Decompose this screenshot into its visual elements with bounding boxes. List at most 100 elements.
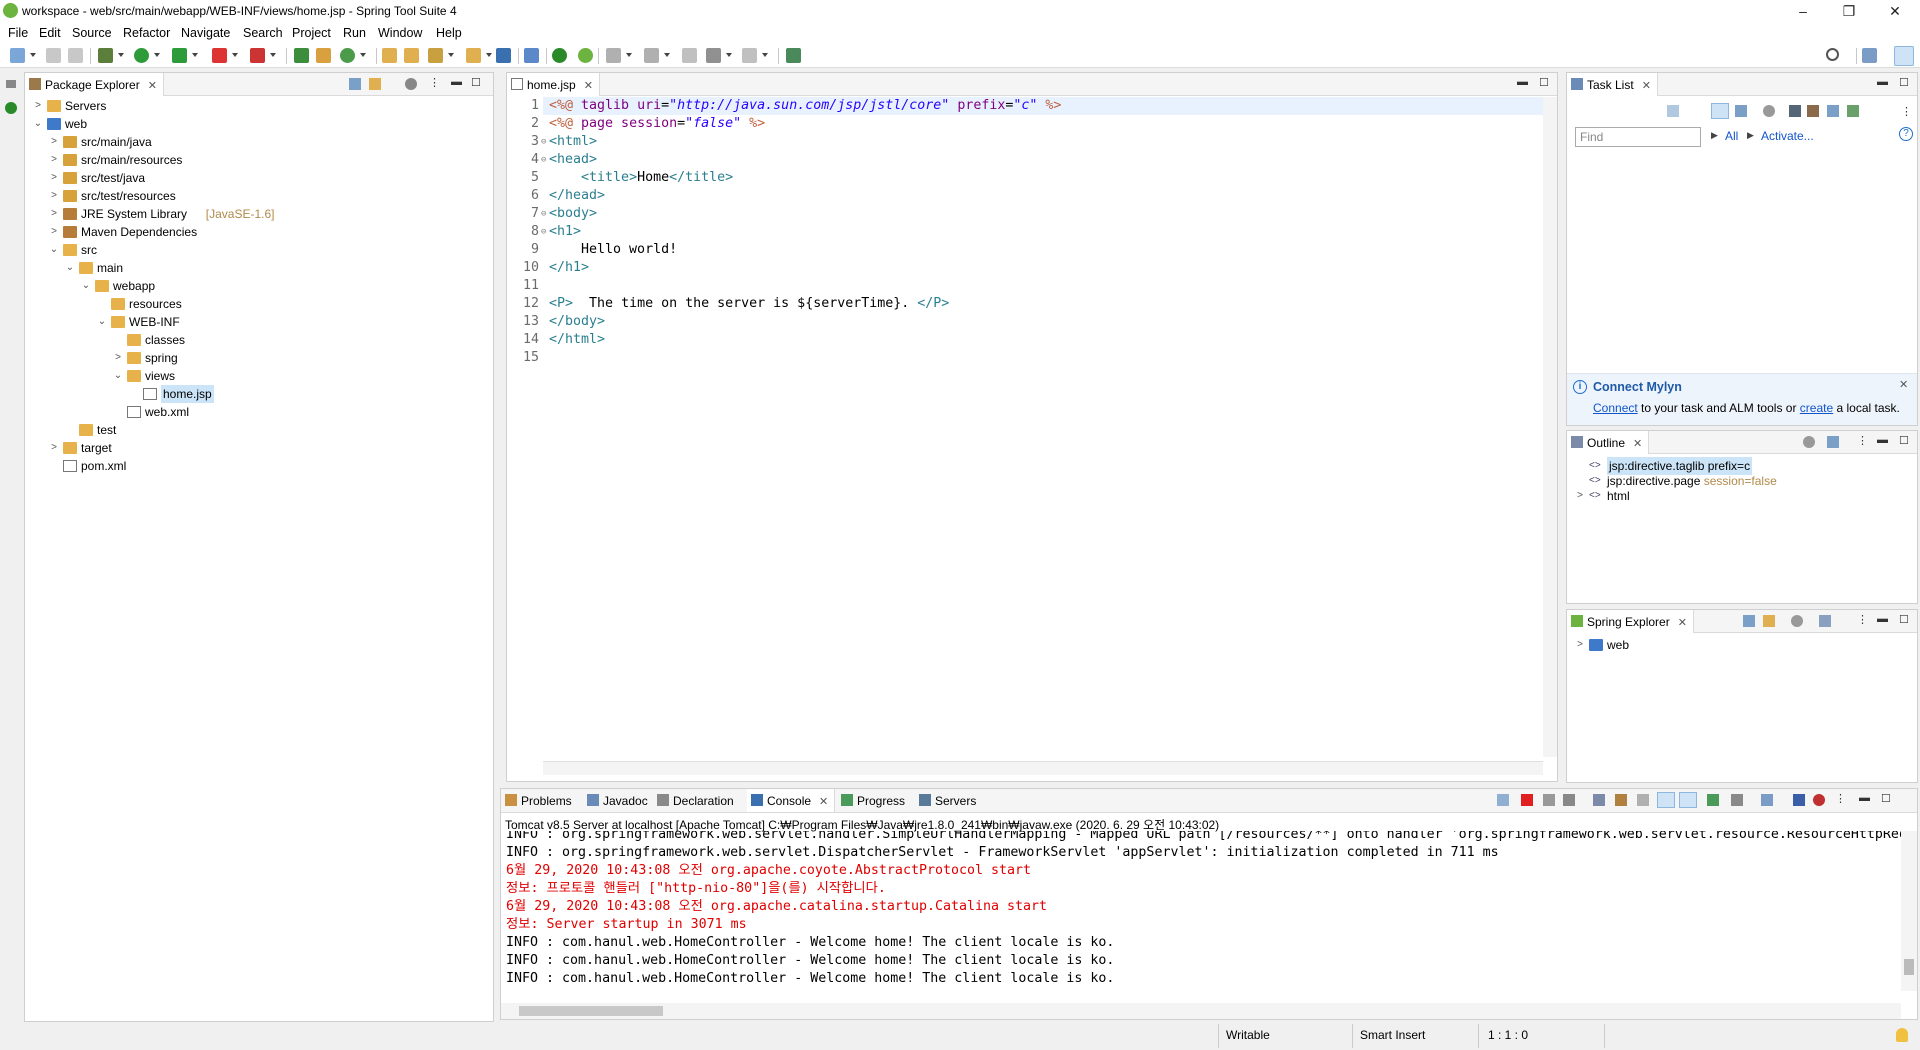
close-button[interactable]: ✕ (1872, 0, 1918, 24)
new-spring-project-icon[interactable] (294, 48, 309, 63)
prev-annotation-dropdown-icon[interactable] (664, 53, 670, 57)
connect-link[interactable]: Connect (1593, 401, 1638, 415)
task-find-input[interactable]: Find (1575, 127, 1701, 147)
menu-run[interactable]: Run (343, 26, 366, 40)
focus-icon[interactable] (1763, 105, 1775, 117)
menu-project[interactable]: Project (292, 26, 331, 40)
link-with-editor-icon[interactable] (1763, 615, 1775, 627)
scheduled-icon[interactable] (1735, 105, 1747, 117)
chevron-right-icon[interactable]: > (49, 439, 59, 457)
close-icon[interactable]: ✕ (584, 80, 593, 92)
close-icon[interactable]: ✕ (1642, 80, 1651, 92)
link-with-editor-icon[interactable] (369, 78, 381, 90)
chevron-down-icon[interactable]: ⌄ (81, 277, 91, 295)
chevron-right-icon[interactable]: > (49, 169, 59, 187)
save-icon[interactable] (46, 48, 61, 63)
display-console-icon[interactable] (1731, 794, 1743, 806)
prev-annotation-icon[interactable] (644, 48, 659, 63)
new-task-icon[interactable] (1667, 105, 1679, 117)
close-icon[interactable]: ✕ (1899, 378, 1908, 391)
new-package-icon[interactable] (316, 48, 331, 63)
clear-console-icon[interactable] (1593, 794, 1605, 806)
tab-package-explorer[interactable]: Package Explorer ✕ (25, 73, 164, 96)
chevron-down-icon[interactable]: ⌄ (33, 115, 43, 133)
next-annotation-icon[interactable] (606, 48, 621, 63)
remove-all-icon[interactable] (1563, 794, 1575, 806)
save-all-icon[interactable] (68, 48, 83, 63)
back-icon[interactable] (706, 48, 721, 63)
view-menu-icon[interactable]: ⋮ (1857, 434, 1868, 447)
run-icon[interactable] (134, 48, 149, 63)
chevron-right-icon[interactable]: > (49, 151, 59, 169)
console-settings-icon[interactable] (1793, 794, 1805, 806)
chevron-right-icon[interactable]: > (33, 97, 43, 115)
word-wrap-icon[interactable] (1637, 794, 1649, 806)
remove-launch-icon[interactable] (1543, 794, 1555, 806)
chevron-down-icon[interactable]: ⌄ (113, 367, 123, 385)
tab-home-jsp[interactable]: home.jsp ✕ (507, 73, 600, 96)
scroll-lock-icon[interactable] (1615, 794, 1627, 806)
close-icon[interactable]: ✕ (148, 80, 157, 92)
menu-search[interactable]: Search (243, 26, 283, 40)
close-icon[interactable]: ✕ (1633, 438, 1642, 450)
help-icon[interactable]: ? (1899, 127, 1913, 141)
tab-progress[interactable]: Progress (837, 789, 911, 812)
minimize-view-icon[interactable]: ▬ (1877, 613, 1888, 625)
external-tools-icon[interactable] (250, 48, 265, 63)
menu-file[interactable]: File (8, 26, 28, 40)
menu-window[interactable]: Window (378, 26, 422, 40)
maximize-button[interactable]: ❐ (1826, 0, 1872, 24)
tab-console[interactable]: Console ✕ (747, 789, 836, 812)
stop-dropdown-icon[interactable] (232, 53, 238, 57)
menu-navigate[interactable]: Navigate (181, 26, 230, 40)
tab-task-list[interactable]: Task List ✕ (1567, 73, 1658, 96)
chevron-right-icon[interactable]: > (1575, 636, 1585, 654)
activate-link[interactable]: Activate... (1761, 129, 1814, 143)
pin-editor-icon[interactable] (786, 48, 801, 63)
chevron-down-icon[interactable]: ⌄ (49, 241, 59, 259)
create-link[interactable]: create (1800, 401, 1833, 415)
console-vertical-scrollbar[interactable] (1901, 831, 1917, 991)
focus-icon[interactable] (1791, 615, 1803, 627)
toggle-mark-icon[interactable] (524, 48, 539, 63)
tab-declaration[interactable]: Declaration (653, 789, 740, 812)
fold-toggle-icon[interactable]: ⊖ (541, 223, 546, 241)
restore-icon[interactable] (6, 80, 16, 88)
debug-dropdown-icon[interactable] (118, 53, 124, 57)
all-link[interactable]: All (1725, 129, 1738, 143)
close-icon[interactable]: ✕ (819, 796, 828, 808)
categorized-icon[interactable] (1711, 103, 1729, 119)
view-menu-icon[interactable]: ⋮ (1857, 613, 1868, 626)
maximize-view-icon[interactable]: ☐ (1881, 792, 1891, 805)
last-edit-icon[interactable] (682, 48, 697, 63)
forward-dropdown-icon[interactable] (762, 53, 768, 57)
run-server-dropdown-icon[interactable] (192, 53, 198, 57)
minimize-view-icon[interactable]: ▬ (1877, 434, 1888, 446)
maximize-view-icon[interactable]: ☐ (1539, 76, 1549, 89)
show-only-my-tasks-icon[interactable] (1807, 105, 1819, 117)
collapse-all-icon[interactable] (1827, 105, 1839, 117)
fold-toggle-icon[interactable]: ⊖ (541, 133, 546, 151)
close-icon[interactable]: ✕ (1678, 617, 1687, 629)
stop-icon[interactable] (212, 48, 227, 63)
chevron-down-icon[interactable]: ⌄ (97, 313, 107, 331)
menu-source[interactable]: Source (72, 26, 112, 40)
terminate-icon[interactable] (1521, 794, 1533, 806)
debug-shell-icon[interactable] (1813, 794, 1825, 806)
maximize-view-icon[interactable]: ☐ (1899, 76, 1909, 89)
code-area[interactable]: 1 <%@ taglib uri="http://java.sun.com/jsp… (513, 97, 1543, 757)
chevron-down-icon[interactable]: ⌄ (65, 259, 75, 277)
view-menu-icon[interactable]: ⋮ (1901, 105, 1912, 118)
reconnect-icon[interactable] (1497, 794, 1509, 806)
collapse-all-icon[interactable] (1827, 436, 1839, 448)
pin-console-icon[interactable] (1707, 794, 1719, 806)
open-perspective-icon[interactable] (1862, 48, 1877, 63)
menu-refactor[interactable]: Refactor (123, 26, 170, 40)
boot-dashboard-icon[interactable] (552, 48, 567, 63)
minimize-view-icon[interactable]: ▬ (1877, 76, 1888, 88)
open-resource-icon[interactable] (404, 48, 419, 63)
debug-icon[interactable] (98, 48, 113, 63)
new-class-icon[interactable] (340, 48, 355, 63)
maximize-view-icon[interactable]: ☐ (1899, 613, 1909, 626)
maximize-view-icon[interactable]: ☐ (1899, 434, 1909, 447)
